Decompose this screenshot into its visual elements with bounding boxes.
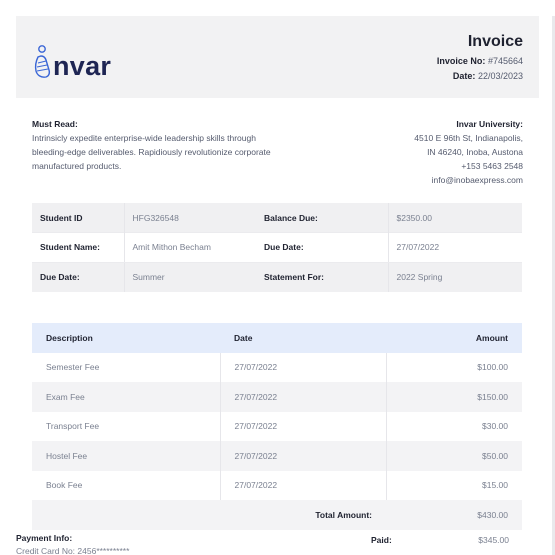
- info-label: Due Date:: [256, 232, 388, 263]
- brand-logo[interactable]: nvar: [32, 40, 111, 80]
- invoice-number-value: #745664: [487, 56, 523, 66]
- fee-amount: $150.00: [385, 382, 522, 412]
- fee-amount: $30.00: [385, 411, 522, 441]
- fees-table: Description Date Amount Semester Fee 27/…: [32, 323, 522, 530]
- column-header-description: Description: [32, 323, 220, 353]
- invoice-date-value: 22/03/2023: [477, 71, 523, 81]
- invoice-number: Invoice No: #745664: [437, 56, 523, 66]
- must-read-section: Must Read: Intrinsicly expedite enterpri…: [32, 117, 272, 173]
- invoice-number-label: Invoice No:: [436, 56, 486, 66]
- table-row: Student Name: Amit Mithon Becham Due Dat…: [32, 232, 522, 263]
- university-address-line-2: IN 46240, Inoba, Austona: [427, 147, 523, 157]
- payment-info-heading: Payment Info:: [16, 533, 73, 543]
- payment-card-number: Credit Card No: 2456**********: [16, 546, 130, 555]
- info-label: Statement For:: [256, 262, 388, 292]
- info-value: Amit Mithon Becham: [123, 232, 256, 263]
- info-value: 27/07/2022: [387, 232, 522, 263]
- fee-amount: $50.00: [385, 441, 522, 471]
- info-value: Summer: [123, 262, 256, 292]
- info-label: Student Name:: [32, 232, 124, 263]
- info-label: Student ID: [32, 203, 124, 233]
- invoice-header: nvar Invoice Invoice No: #745664 Date: 2…: [16, 16, 539, 98]
- table-row: Semester Fee 27/07/2022 $100.00: [32, 352, 522, 382]
- fee-description: Book Fee: [32, 470, 220, 500]
- table-row: Book Fee 27/07/2022 $15.00: [32, 470, 522, 500]
- fee-date: 27/07/2022: [219, 352, 386, 382]
- info-value: 2022 Spring: [387, 262, 522, 292]
- fee-amount: $15.00: [385, 470, 522, 500]
- must-read-heading: Must Read:: [32, 119, 78, 129]
- must-read-body: Intrinsicly expedite enterprise-wide lea…: [32, 133, 271, 171]
- info-value: HFG326548: [123, 203, 256, 233]
- table-row: Exam Fee 27/07/2022 $150.00: [32, 382, 522, 412]
- info-label: Due Date:: [32, 262, 124, 292]
- column-header-amount: Amount: [386, 323, 522, 353]
- table-row: Due Date: Summer Statement For: 2022 Spr…: [32, 262, 522, 292]
- invoice-date: Date: 22/03/2023: [453, 71, 523, 81]
- paid-label: Paid:: [371, 535, 392, 545]
- fee-date: 27/07/2022: [219, 382, 386, 412]
- university-name: Invar University:: [456, 119, 523, 129]
- column-header-date: Date: [220, 323, 386, 353]
- table-row: Transport Fee 27/07/2022 $30.00: [32, 411, 522, 441]
- invoice-title: Invoice: [467, 33, 523, 50]
- fee-amount: $100.00: [385, 352, 522, 382]
- invoice-date-label: Date:: [452, 71, 476, 81]
- fee-date: 27/07/2022: [219, 470, 386, 500]
- total-spacer: [32, 500, 220, 530]
- table-row: Hostel Fee 27/07/2022 $50.00: [32, 441, 522, 471]
- university-email[interactable]: info@inobaexpress.com: [414, 173, 523, 187]
- student-info-table: Student ID HFG326548 Balance Due: $2350.…: [32, 203, 522, 292]
- university-address: Invar University: 4510 E 96th St, Indian…: [414, 117, 523, 187]
- payment-info: Payment Info: Credit Card No: 2456******…: [16, 532, 129, 555]
- fee-description: Hostel Fee: [32, 441, 220, 471]
- info-label: Balance Due:: [256, 203, 388, 233]
- fees-table-header: Description Date Amount: [32, 323, 522, 353]
- total-value: $430.00: [386, 500, 522, 530]
- fee-description: Exam Fee: [32, 382, 220, 412]
- total-label: Total Amount:: [220, 500, 386, 530]
- fee-description: Transport Fee: [32, 411, 220, 441]
- fee-description: Semester Fee: [32, 352, 220, 382]
- invoice-page: nvar Invoice Invoice No: #745664 Date: 2…: [16, 16, 539, 555]
- total-row: Total Amount: $430.00: [32, 500, 522, 530]
- table-row: Student ID HFG326548 Balance Due: $2350.…: [32, 203, 522, 233]
- university-address-line-1: 4510 E 96th St, Indianapolis,: [414, 133, 523, 143]
- info-value: $2350.00: [387, 203, 522, 233]
- person-logo-icon: [34, 45, 51, 78]
- brand-name: nvar: [53, 51, 112, 81]
- fee-date: 27/07/2022: [219, 441, 386, 471]
- university-phone: +153 5463 2548: [461, 161, 523, 171]
- paid-value: $345.00: [478, 535, 509, 545]
- fee-date: 27/07/2022: [219, 411, 386, 441]
